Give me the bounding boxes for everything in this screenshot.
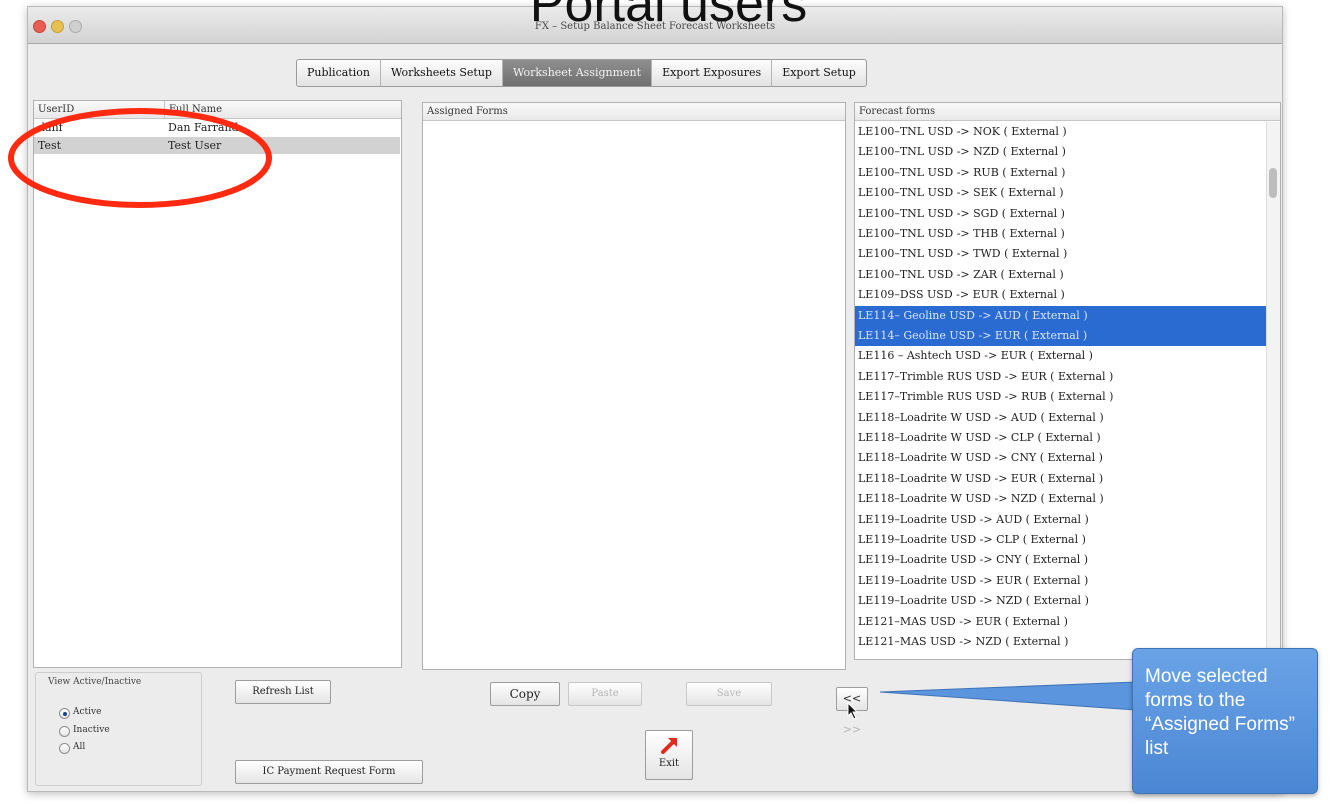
tab-publication[interactable]: Publication bbox=[297, 60, 381, 86]
forecast-forms-list[interactable]: Forecast forms LE100–TNL USD -> NOK ( Ex… bbox=[854, 102, 1281, 660]
forecast-form-item[interactable]: LE119–Loadrite USD -> AUD ( External ) bbox=[855, 510, 1269, 530]
radio-all-label: All bbox=[73, 742, 86, 752]
move-to-forecast-button[interactable]: >> bbox=[836, 719, 868, 743]
forecast-form-item[interactable]: LE118–Loadrite W USD -> NZD ( External ) bbox=[855, 489, 1269, 509]
slide-title: Portal users bbox=[529, 0, 808, 33]
exit-arrow-icon bbox=[661, 738, 677, 754]
forecast-form-item[interactable]: LE116 – Ashtech USD -> EUR ( External ) bbox=[855, 346, 1269, 366]
forecast-form-item[interactable]: LE100–TNL USD -> THB ( External ) bbox=[855, 224, 1269, 244]
forecast-form-item[interactable]: LE100–TNL USD -> TWD ( External ) bbox=[855, 244, 1269, 264]
callout-box: Move selected forms to the “Assigned For… bbox=[1132, 648, 1318, 794]
exit-label: Exit bbox=[658, 758, 680, 769]
ic-payment-request-button[interactable]: IC Payment Request Form bbox=[235, 760, 423, 784]
tab-export-exposures[interactable]: Export Exposures bbox=[652, 60, 773, 86]
tab-export-setup[interactable]: Export Setup bbox=[772, 60, 866, 86]
forecast-form-item[interactable]: LE118–Loadrite W USD -> CLP ( External ) bbox=[855, 428, 1269, 448]
scrollbar-thumb[interactable] bbox=[1269, 168, 1277, 198]
forecast-form-item[interactable]: LE100–TNL USD -> NOK ( External ) bbox=[855, 122, 1269, 142]
radio-inactive-indicator bbox=[59, 726, 70, 737]
mouse-cursor-icon bbox=[847, 702, 859, 720]
forecast-form-item[interactable]: LE118–Loadrite W USD -> CNY ( External ) bbox=[855, 448, 1269, 468]
forecast-form-item[interactable]: LE118–Loadrite W USD -> AUD ( External ) bbox=[855, 408, 1269, 428]
callout-text: Move selected forms to the “Assigned For… bbox=[1145, 666, 1295, 759]
forecast-form-item[interactable]: LE121–MAS USD -> EUR ( External ) bbox=[855, 612, 1269, 632]
forecast-forms-header-label: Forecast forms bbox=[859, 106, 936, 117]
view-filter-group: View Active/Inactive Active Inactive All bbox=[35, 672, 202, 786]
assigned-forms-header-label: Assigned Forms bbox=[427, 106, 508, 117]
forecast-form-item[interactable]: LE119–Loadrite USD -> CLP ( External ) bbox=[855, 530, 1269, 550]
tab-bar: Publication Worksheets Setup Worksheet A… bbox=[296, 59, 867, 87]
forecast-form-item[interactable]: LE100–TNL USD -> SGD ( External ) bbox=[855, 204, 1269, 224]
forecast-form-item[interactable]: LE100–TNL USD -> ZAR ( External ) bbox=[855, 265, 1269, 285]
assigned-forms-list[interactable]: Assigned Forms bbox=[422, 102, 846, 670]
view-filter-label: View Active/Inactive bbox=[48, 677, 142, 687]
forecast-form-item[interactable]: LE117–Trimble RUS USD -> RUB ( External … bbox=[855, 387, 1269, 407]
forecast-form-item[interactable]: LE100–TNL USD -> RUB ( External ) bbox=[855, 163, 1269, 183]
scrollbar-track[interactable] bbox=[1266, 122, 1280, 659]
refresh-list-button[interactable]: Refresh List bbox=[235, 680, 331, 704]
radio-active-label: Active bbox=[73, 707, 102, 717]
paste-button[interactable]: Paste bbox=[568, 682, 642, 706]
forecast-form-item[interactable]: LE114– Geoline USD -> EUR ( External ) bbox=[855, 326, 1269, 346]
save-button[interactable]: Save bbox=[686, 682, 772, 706]
callout-pointer bbox=[880, 681, 1136, 711]
radio-inactive-label: Inactive bbox=[73, 725, 110, 735]
copy-button[interactable]: Copy bbox=[490, 682, 560, 706]
forecast-form-item[interactable]: LE109–DSS USD -> EUR ( External ) bbox=[855, 285, 1269, 305]
tab-worksheet-assignment[interactable]: Worksheet Assignment bbox=[502, 60, 653, 86]
radio-active-indicator bbox=[59, 708, 70, 719]
tab-worksheets-setup[interactable]: Worksheets Setup bbox=[381, 60, 503, 86]
forecast-form-item[interactable]: LE119–Loadrite USD -> CNY ( External ) bbox=[855, 550, 1269, 570]
forecast-form-item[interactable]: LE119–Loadrite USD -> NZD ( External ) bbox=[855, 591, 1269, 611]
forecast-form-item[interactable]: LE117–Trimble RUS USD -> EUR ( External … bbox=[855, 367, 1269, 387]
forecast-form-item[interactable]: LE100–TNL USD -> NZD ( External ) bbox=[855, 142, 1269, 162]
forecast-forms-rows: LE100–TNL USD -> NOK ( External ) LE100–T… bbox=[855, 122, 1269, 659]
forecast-form-item[interactable]: LE119–Loadrite USD -> EUR ( External ) bbox=[855, 571, 1269, 591]
annotation-ellipse bbox=[8, 108, 272, 208]
forecast-form-item[interactable]: LE100–TNL USD -> SEK ( External ) bbox=[855, 183, 1269, 203]
forecast-forms-header: Forecast forms bbox=[855, 103, 1280, 121]
radio-all-indicator bbox=[59, 743, 70, 754]
assigned-forms-header: Assigned Forms bbox=[423, 103, 845, 121]
exit-button[interactable]: Exit bbox=[645, 730, 693, 780]
forecast-form-item[interactable]: LE118–Loadrite W USD -> EUR ( External ) bbox=[855, 469, 1269, 489]
forecast-form-item[interactable]: LE114– Geoline USD -> AUD ( External ) bbox=[855, 305, 1269, 326]
